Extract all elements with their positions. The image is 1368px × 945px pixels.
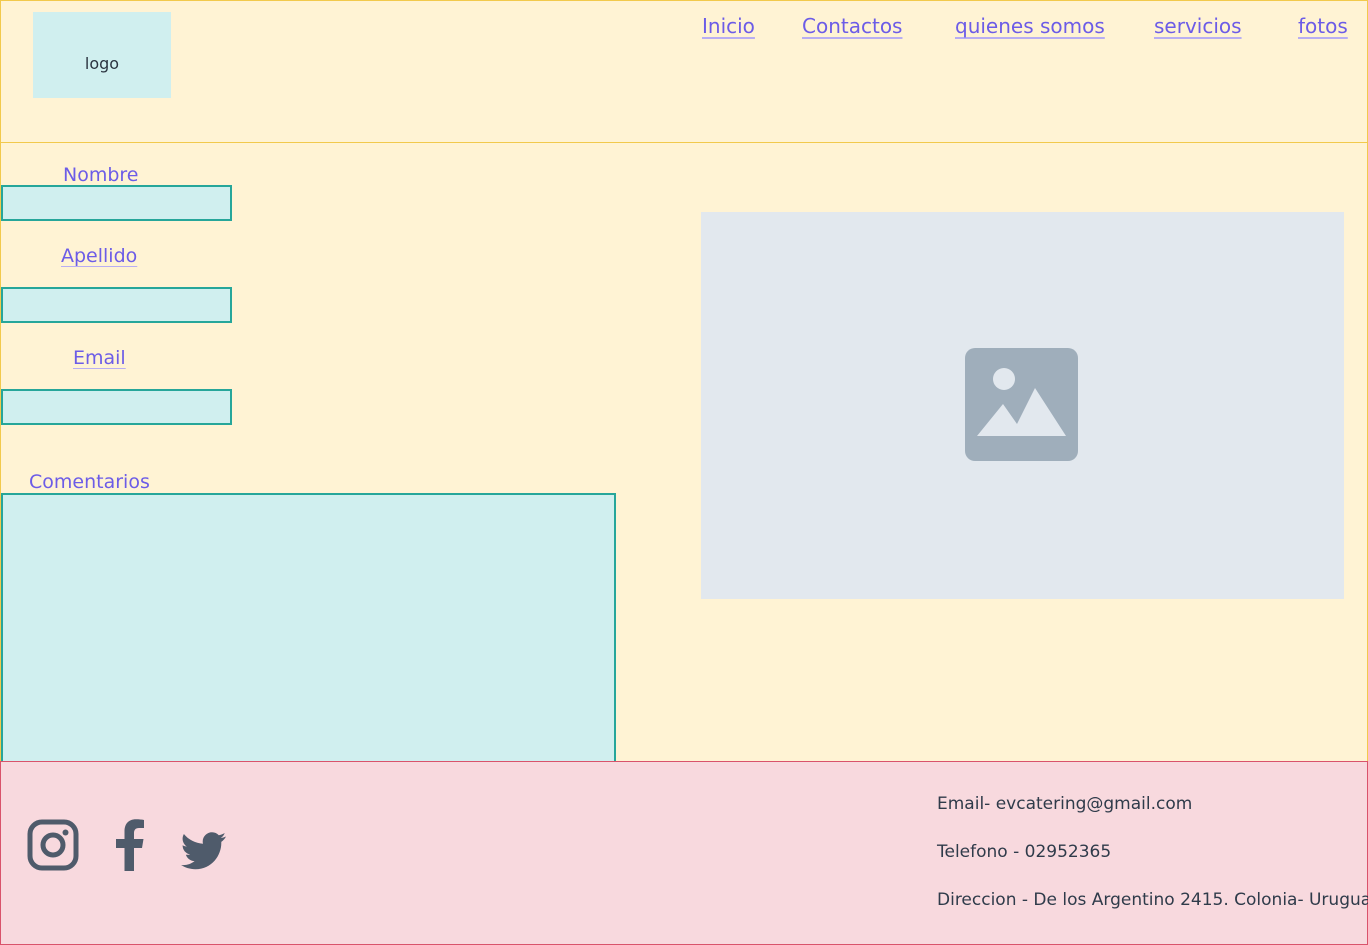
header: logo Inicio Contactos quienes somos serv… (0, 0, 1368, 143)
nav-servicios[interactable]: servicios (1154, 14, 1242, 38)
nav-quienes-somos[interactable]: quienes somos (955, 14, 1105, 38)
nombre-input[interactable] (1, 185, 232, 221)
twitter-icon[interactable] (181, 832, 227, 870)
image-icon (965, 348, 1078, 461)
instagram-icon[interactable] (27, 819, 79, 871)
nombre-label: Nombre (63, 164, 139, 186)
contact-section: Nombre Apellido Email Comentarios (0, 142, 1368, 762)
footer-direccion: Direccion - De los Argentino 2415. Colon… (937, 890, 1368, 910)
nav-fotos[interactable]: fotos (1298, 14, 1348, 38)
footer-email: Email- evcatering@gmail.com (937, 794, 1193, 814)
comentarios-label: Comentarios (29, 471, 150, 493)
email-label: Email (73, 347, 126, 369)
image-placeholder (701, 212, 1344, 599)
nav-inicio[interactable]: Inicio (702, 14, 755, 38)
email-input[interactable] (1, 389, 232, 425)
nav-contactos[interactable]: Contactos (802, 14, 902, 38)
apellido-input[interactable] (1, 287, 232, 323)
comentarios-textarea[interactable] (1, 493, 616, 762)
apellido-label: Apellido (61, 245, 138, 267)
footer: Email- evcatering@gmail.com Telefono - 0… (0, 761, 1368, 945)
logo-text: logo (84, 53, 120, 73)
logo[interactable]: logo (33, 12, 171, 98)
footer-telefono: Telefono - 02952365 (937, 842, 1112, 862)
facebook-icon[interactable] (114, 819, 146, 871)
